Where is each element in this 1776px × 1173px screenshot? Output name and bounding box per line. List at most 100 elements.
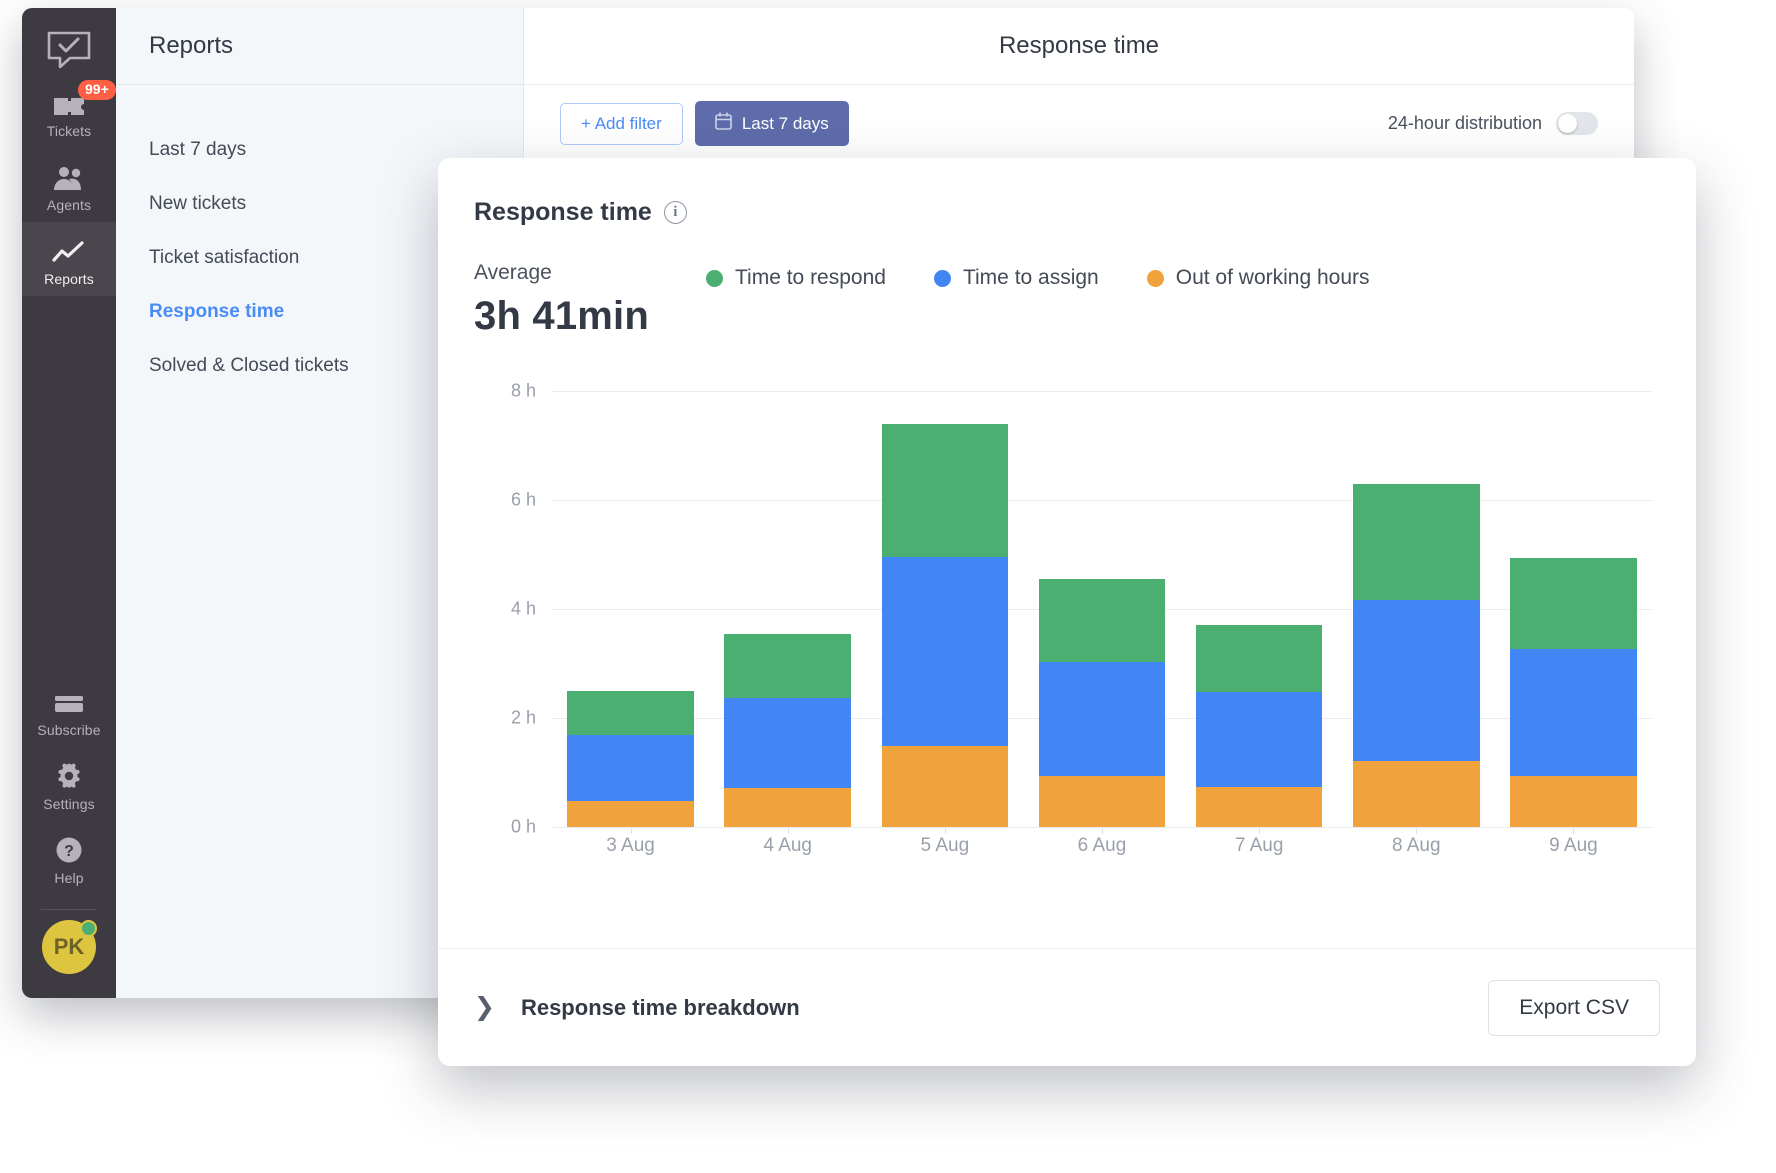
legend-dot-green [706, 270, 723, 287]
rail-item-tickets[interactable]: 99+ Tickets [22, 74, 116, 148]
bar-segment [882, 746, 1009, 827]
y-axis-tick-label: 0 h [511, 817, 536, 838]
bar-segment [1039, 662, 1166, 776]
calendar-icon [715, 112, 732, 135]
bar-column[interactable] [1510, 391, 1637, 827]
y-axis-tick-label: 8 h [511, 381, 536, 402]
bar-segment [1039, 776, 1166, 827]
distribution-toggle[interactable] [1556, 112, 1598, 135]
x-axis-tickmark [1573, 827, 1574, 834]
info-icon[interactable]: i [664, 201, 687, 224]
chart-legend: Time to respond Time to assign Out of wo… [706, 261, 1370, 290]
x-axis-tickmark [1102, 827, 1103, 834]
y-axis-tick-label: 2 h [511, 708, 536, 729]
x-axis-tick-label: 4 Aug [724, 835, 851, 857]
bar-column[interactable] [882, 391, 1009, 827]
bar-segment [1039, 579, 1166, 663]
chart-line-icon [52, 235, 86, 265]
status-online-dot [80, 920, 97, 937]
average-block: Average 3h 41min [474, 261, 706, 339]
bar-segment [1510, 776, 1637, 827]
rail-item-reports[interactable]: Reports [22, 222, 116, 296]
bar-segment [1510, 558, 1637, 649]
x-axis-tick-label: 9 Aug [1510, 835, 1637, 857]
filter-toolbar: + Add filter Last 7 days 24-hour distrib… [524, 85, 1634, 163]
x-axis-tick-label: 7 Aug [1196, 835, 1323, 857]
bar-column[interactable] [1196, 391, 1323, 827]
bar-segment [1353, 761, 1480, 827]
x-axis-tickmark [1259, 827, 1260, 834]
y-axis-tick-label: 4 h [511, 599, 536, 620]
x-axis-tickmark [1416, 827, 1417, 834]
x-axis-tick-label: 5 Aug [882, 835, 1009, 857]
bar-segment [567, 801, 694, 827]
x-axis-tickmark [945, 827, 946, 834]
add-filter-button[interactable]: + Add filter [560, 103, 683, 145]
legend-label-time-to-respond: Time to respond [735, 266, 886, 290]
summary-row: Average 3h 41min Time to respond Time to… [474, 261, 1660, 339]
bar-column[interactable] [724, 391, 851, 827]
agents-icon [52, 161, 86, 191]
bar-segment [724, 788, 851, 827]
response-time-breakdown-toggle[interactable]: ❯ Response time breakdown [474, 995, 800, 1021]
bar-segment [882, 424, 1009, 557]
legend-dot-blue [934, 270, 951, 287]
bar-segment [882, 557, 1009, 747]
x-axis-tickmark [631, 827, 632, 834]
x-axis-tick-label: 8 Aug [1353, 835, 1480, 857]
rail-item-tickets-label: Tickets [47, 123, 92, 139]
rail-item-reports-label: Reports [44, 271, 94, 287]
breakdown-label: Response time breakdown [521, 995, 800, 1021]
rail-item-subscribe[interactable]: Subscribe [22, 673, 116, 747]
chart-container: 0 h2 h4 h6 h8 h 3 Aug4 Aug5 Aug6 Aug7 Au… [474, 383, 1660, 883]
date-range-button[interactable]: Last 7 days [695, 101, 849, 146]
legend-item-time-to-assign[interactable]: Time to assign [934, 266, 1099, 290]
legend-item-out-of-working-hours[interactable]: Out of working hours [1147, 266, 1370, 290]
card-title-row: Response time i [474, 198, 1660, 227]
y-axis-tick-label: 6 h [511, 490, 536, 511]
avatar-initials: PK [54, 934, 85, 960]
rail-item-agents-label: Agents [47, 197, 91, 213]
rail-item-help[interactable]: ? Help [22, 821, 116, 895]
bar-segment [1196, 692, 1323, 787]
bar-segment [724, 634, 851, 699]
bar-segment [567, 691, 694, 735]
rail-item-settings-label: Settings [43, 796, 94, 812]
avatar[interactable]: PK [42, 920, 96, 974]
rail-divider [41, 909, 97, 910]
card-icon [53, 686, 85, 716]
legend-label-time-to-assign: Time to assign [963, 266, 1099, 290]
distribution-label: 24-hour distribution [1388, 113, 1542, 134]
bar-column[interactable] [1039, 391, 1166, 827]
bar-segment [1196, 625, 1323, 691]
rail-item-agents[interactable]: Agents [22, 148, 116, 222]
average-label: Average [474, 261, 706, 285]
bar-segment [724, 698, 851, 787]
primary-nav-rail: 99+ Tickets Agents [22, 8, 116, 998]
distribution-toggle-group: 24-hour distribution [1388, 112, 1598, 135]
screenshot-root: 99+ Tickets Agents [0, 0, 1776, 1173]
bar-segment [1196, 787, 1323, 827]
date-range-label: Last 7 days [742, 114, 829, 134]
bar-segment [567, 735, 694, 801]
legend-item-time-to-respond[interactable]: Time to respond [706, 266, 886, 290]
average-value: 3h 41min [474, 294, 706, 339]
toggle-knob [1558, 114, 1577, 133]
chart-bars [552, 391, 1652, 827]
gear-icon [55, 760, 83, 790]
card-body: Response time i Average 3h 41min Time to… [438, 158, 1696, 883]
rail-item-settings[interactable]: Settings [22, 747, 116, 821]
bar-column[interactable] [1353, 391, 1480, 827]
rail-item-subscribe-label: Subscribe [37, 722, 100, 738]
app-logo-icon[interactable] [43, 26, 95, 74]
reports-panel-title: Reports [116, 8, 523, 85]
bar-segment [1510, 649, 1637, 776]
svg-text:?: ? [64, 843, 74, 860]
bar-column[interactable] [567, 391, 694, 827]
bar-segment [1353, 600, 1480, 761]
tickets-badge: 99+ [78, 80, 116, 100]
export-csv-button[interactable]: Export CSV [1488, 980, 1660, 1036]
ticket-icon: 99+ [52, 87, 86, 117]
bar-segment [1353, 484, 1480, 600]
page-title: Response time [524, 8, 1634, 85]
